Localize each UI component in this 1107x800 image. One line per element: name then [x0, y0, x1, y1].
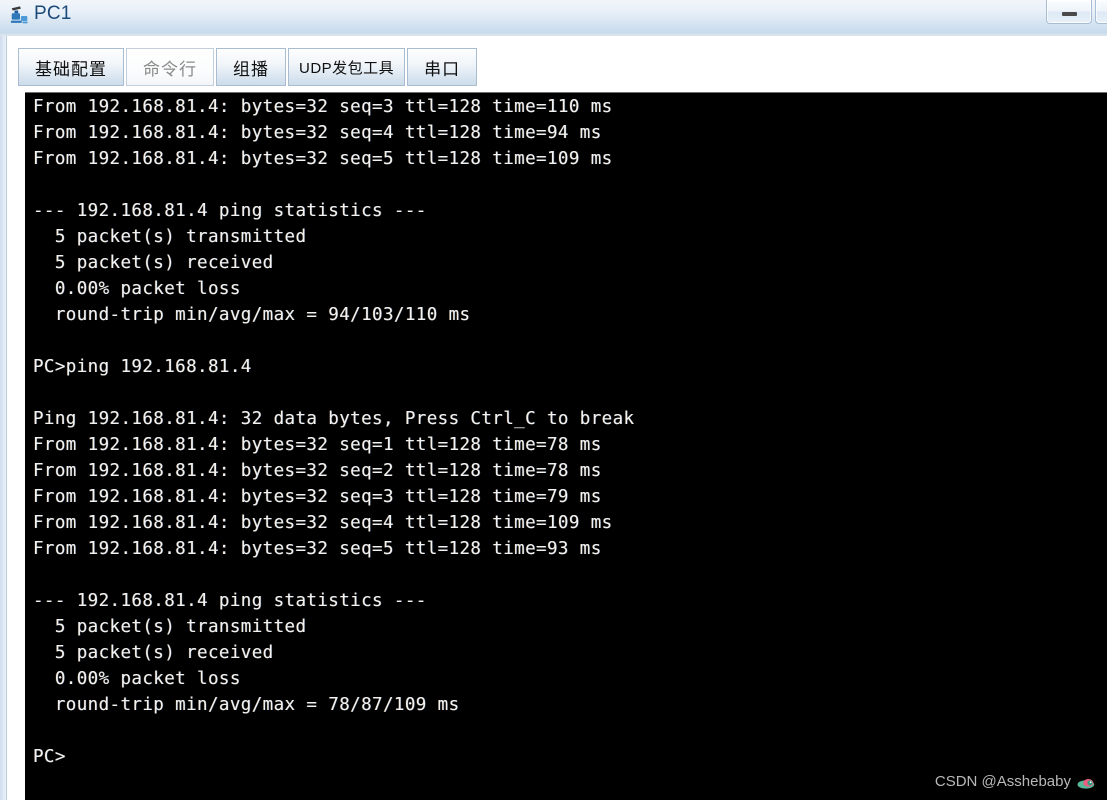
terminal-line: --- 192.168.81.4 ping statistics ---	[33, 591, 427, 611]
tab-multicast-label: 组播	[233, 59, 269, 79]
terminal-line: From 192.168.81.4: bytes=32 seq=2 ttl=12…	[33, 461, 602, 481]
terminal-line: From 192.168.81.4: bytes=32 seq=3 ttl=12…	[33, 487, 602, 507]
terminal-line: round-trip min/avg/max = 94/103/110 ms	[33, 305, 471, 325]
terminal-line: 5 packet(s) received	[33, 253, 274, 273]
watermark: CSDN @Asshebaby	[935, 773, 1095, 790]
pc1-window: PC1 基础配置 命令行 组播 UDP发包工具 串口 From 192.168.…	[0, 0, 1107, 800]
terminal-line: PC>ping 192.168.81.4	[33, 357, 252, 377]
tab-serial-port[interactable]: 串口	[407, 48, 478, 86]
tab-basic-config-label: 基础配置	[35, 59, 107, 79]
terminal-line: round-trip min/avg/max = 78/87/109 ms	[33, 695, 460, 715]
terminal-output: From 192.168.81.4: bytes=32 seq=3 ttl=12…	[33, 94, 1107, 800]
tab-command-line[interactable]: 命令行	[126, 48, 214, 86]
terminal-line: 0.00% packet loss	[33, 669, 241, 689]
minimize-icon	[1062, 12, 1077, 16]
terminal-line: From 192.168.81.4: bytes=32 seq=4 ttl=12…	[33, 123, 602, 143]
terminal-line: From 192.168.81.4: bytes=32 seq=3 ttl=12…	[33, 97, 613, 117]
terminal-line: From 192.168.81.4: bytes=32 seq=5 ttl=12…	[33, 149, 613, 169]
pc-device-icon	[9, 5, 31, 27]
tab-serial-port-label: 串口	[424, 59, 461, 79]
csdn-logo-icon	[1075, 774, 1095, 790]
terminal-line: PC>	[33, 747, 66, 767]
window-controls	[1043, 0, 1107, 28]
window-content: 基础配置 命令行 组播 UDP发包工具 串口 From 192.168.81.4…	[7, 36, 1107, 800]
minimize-button[interactable]	[1046, 0, 1092, 24]
maximize-button[interactable]	[1095, 0, 1107, 24]
tab-command-line-label: 命令行	[143, 59, 197, 79]
terminal-line: From 192.168.81.4: bytes=32 seq=4 ttl=12…	[33, 513, 613, 533]
terminal-line: 5 packet(s) transmitted	[33, 617, 307, 637]
terminal-line: 5 packet(s) received	[33, 643, 274, 663]
window-title: PC1	[34, 3, 72, 24]
tab-udp-tool[interactable]: UDP发包工具	[288, 48, 406, 86]
terminal-line: 0.00% packet loss	[33, 279, 241, 299]
tab-udp-tool-label: UDP发包工具	[299, 59, 395, 77]
watermark-text: CSDN @Asshebaby	[934, 773, 1071, 790]
title-bar[interactable]: PC1	[0, 0, 1107, 33]
tab-bar: 基础配置 命令行 组播 UDP发包工具 串口	[18, 48, 479, 88]
tab-multicast[interactable]: 组播	[216, 48, 286, 86]
terminal-line: 5 packet(s) transmitted	[33, 227, 307, 247]
terminal-console[interactable]: From 192.168.81.4: bytes=32 seq=3 ttl=12…	[25, 92, 1107, 800]
tab-basic-config[interactable]: 基础配置	[18, 48, 124, 86]
terminal-line: --- 192.168.81.4 ping statistics ---	[33, 201, 427, 221]
terminal-line: Ping 192.168.81.4: 32 data bytes, Press …	[33, 409, 635, 429]
terminal-line: From 192.168.81.4: bytes=32 seq=1 ttl=12…	[33, 435, 602, 455]
terminal-line: From 192.168.81.4: bytes=32 seq=5 ttl=12…	[33, 539, 602, 559]
